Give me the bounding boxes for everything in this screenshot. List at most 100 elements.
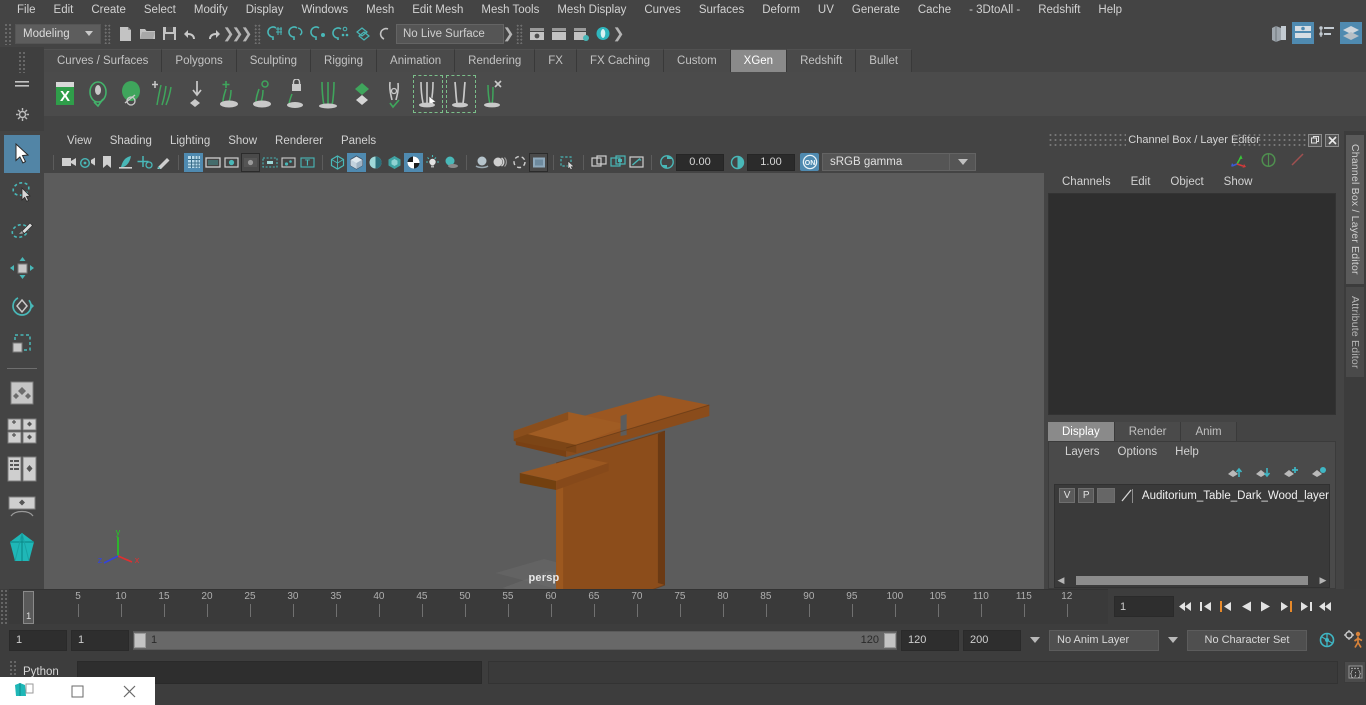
use-default-material-icon[interactable]: [385, 153, 404, 172]
exposure-adjust-icon[interactable]: [657, 153, 676, 172]
layer-playback-toggle[interactable]: P: [1078, 488, 1095, 503]
viewport-menu-panels[interactable]: Panels: [332, 131, 385, 151]
exposure-field[interactable]: 0.00: [676, 153, 724, 171]
film-gate-icon[interactable]: [203, 153, 222, 172]
current-frame-field[interactable]: 1: [1114, 596, 1174, 617]
use-all-lights-icon[interactable]: [423, 153, 442, 172]
lasso-select-tool[interactable]: [4, 173, 40, 211]
step-back-frame-icon[interactable]: [1217, 596, 1234, 617]
layer-tab-display[interactable]: Display: [1048, 422, 1115, 441]
snap-to-point-icon[interactable]: [308, 23, 330, 45]
restore-icon[interactable]: [1308, 133, 1322, 147]
view-transform-enabled-icon[interactable]: ON: [800, 153, 819, 171]
xgen-add-grooming-icon[interactable]: [215, 75, 245, 113]
film-origin-icon[interactable]: [260, 153, 279, 172]
menu-mesh-tools[interactable]: Mesh Tools: [472, 0, 548, 20]
wireframe-icon[interactable]: [328, 153, 347, 172]
menu-display[interactable]: Display: [237, 0, 293, 20]
statusbar-grip[interactable]: [4, 22, 12, 45]
viewport-menu-view[interactable]: View: [58, 131, 101, 151]
viewport-3d-canvas[interactable]: y x z persp: [44, 173, 1044, 589]
menu-curves[interactable]: Curves: [635, 0, 689, 20]
layer-list-horizontal-scrollbar[interactable]: ◀ ▶: [1056, 575, 1328, 586]
snap-to-curve-icon[interactable]: [286, 23, 308, 45]
shelf-tab-rigging[interactable]: Rigging: [311, 49, 378, 72]
new-scene-icon[interactable]: [114, 23, 136, 45]
hotbox-icon[interactable]: [4, 526, 40, 568]
scale-tool[interactable]: [4, 325, 40, 363]
shelf-tab-xgen[interactable]: XGen: [730, 49, 788, 72]
menu-set-selector[interactable]: Modeling: [15, 23, 101, 44]
select-region-icon[interactable]: [559, 153, 578, 172]
select-tool[interactable]: [4, 135, 40, 173]
gamma-icon[interactable]: [728, 153, 747, 172]
xgen-editor-icon[interactable]: X: [50, 75, 80, 113]
shelf-tab-bullet[interactable]: Bullet: [856, 49, 913, 72]
animation-preferences-icon[interactable]: [1344, 630, 1366, 650]
xgen-select-guide-icon[interactable]: [413, 75, 443, 113]
exposure-icon[interactable]: [279, 153, 298, 172]
shelf-tab-polygons[interactable]: Polygons: [162, 49, 237, 72]
persp-graph-layout[interactable]: [4, 488, 40, 526]
four-view-layout[interactable]: [4, 412, 40, 450]
menu-mesh-display[interactable]: Mesh Display: [548, 0, 635, 20]
toolbar-grip-3[interactable]: [516, 23, 523, 44]
menu-surfaces[interactable]: Surfaces: [690, 0, 753, 20]
time-slider-grip[interactable]: [0, 589, 9, 624]
open-scene-icon[interactable]: [136, 23, 158, 45]
character-set-field[interactable]: No Character Set: [1187, 629, 1307, 651]
menu-3dtoall[interactable]: - 3DtoAll -: [960, 0, 1029, 20]
range-start-handle[interactable]: [134, 632, 146, 648]
range-slider-bar[interactable]: 1 120: [133, 630, 897, 650]
new-layer-from-selected-icon[interactable]: [1311, 466, 1327, 479]
xgen-clump-icon[interactable]: [446, 75, 476, 113]
menu-create[interactable]: Create: [82, 0, 135, 20]
snap-to-projected-center-icon[interactable]: [330, 23, 352, 45]
attribute-editor-toggle-icon[interactable]: [1316, 22, 1338, 44]
shadows-icon[interactable]: [442, 153, 461, 172]
color-profile-field[interactable]: sRGB gamma: [822, 153, 950, 171]
anim-layer-field[interactable]: No Anim Layer: [1049, 629, 1159, 651]
move-manipulator-icon[interactable]: [1231, 153, 1248, 168]
single-perspective-layout[interactable]: [4, 374, 40, 412]
playback-start-time-field[interactable]: 1: [71, 629, 129, 651]
layer-name-label[interactable]: Auditorium_Table_Dark_Wood_layer: [1139, 490, 1329, 502]
redo-icon[interactable]: [202, 23, 224, 45]
snap-to-grid-icon[interactable]: [264, 23, 286, 45]
shelf-tab-fx[interactable]: FX: [535, 49, 577, 72]
undo-icon[interactable]: [180, 23, 202, 45]
layer-menu-layers[interactable]: Layers: [1056, 446, 1109, 458]
isolate-select-icon[interactable]: [529, 152, 548, 172]
color-profile-dropdown-arrow[interactable]: [950, 153, 976, 171]
layer-menu-help[interactable]: Help: [1166, 446, 1208, 458]
current-time-indicator[interactable]: 1: [23, 591, 34, 624]
dock-grip-left[interactable]: [1048, 133, 1126, 147]
viewport-menu-lighting[interactable]: Lighting: [161, 131, 219, 151]
grease-pencil-icon[interactable]: [154, 153, 173, 172]
menu-file[interactable]: File: [8, 0, 45, 20]
toolbar-collapse-5[interactable]: ❯: [613, 24, 625, 44]
dock-grip-right[interactable]: [1232, 133, 1312, 147]
menu-modify[interactable]: Modify: [185, 0, 237, 20]
menu-deform[interactable]: Deform: [753, 0, 809, 20]
xgen-comb-icon[interactable]: [314, 75, 344, 113]
move-tool[interactable]: [4, 249, 40, 287]
paint-select-tool[interactable]: [4, 211, 40, 249]
rotate-tool[interactable]: [4, 287, 40, 325]
auto-keyframe-icon[interactable]: [1317, 630, 1337, 650]
xgen-add-guide-icon[interactable]: [149, 75, 179, 113]
shelf-tab-menu-icon[interactable]: [12, 73, 32, 97]
menu-cache[interactable]: Cache: [909, 0, 960, 20]
image-plane-icon[interactable]: [116, 153, 135, 172]
channel-menu-show[interactable]: Show: [1214, 176, 1263, 188]
persp-outliner-layout[interactable]: [4, 450, 40, 488]
play-backwards-icon[interactable]: [1237, 596, 1254, 617]
menu-generate[interactable]: Generate: [843, 0, 909, 20]
scroll-left-arrow-icon[interactable]: ◀: [1056, 575, 1066, 586]
resolution-gate-icon[interactable]: [222, 153, 241, 172]
toolbar-grip-2[interactable]: [254, 23, 261, 44]
save-scene-icon[interactable]: [158, 23, 180, 45]
menu-edit-mesh[interactable]: Edit Mesh: [403, 0, 472, 20]
character-set-dropdown-arrow[interactable]: [1168, 637, 1178, 643]
render-current-frame-icon[interactable]: [526, 23, 548, 45]
